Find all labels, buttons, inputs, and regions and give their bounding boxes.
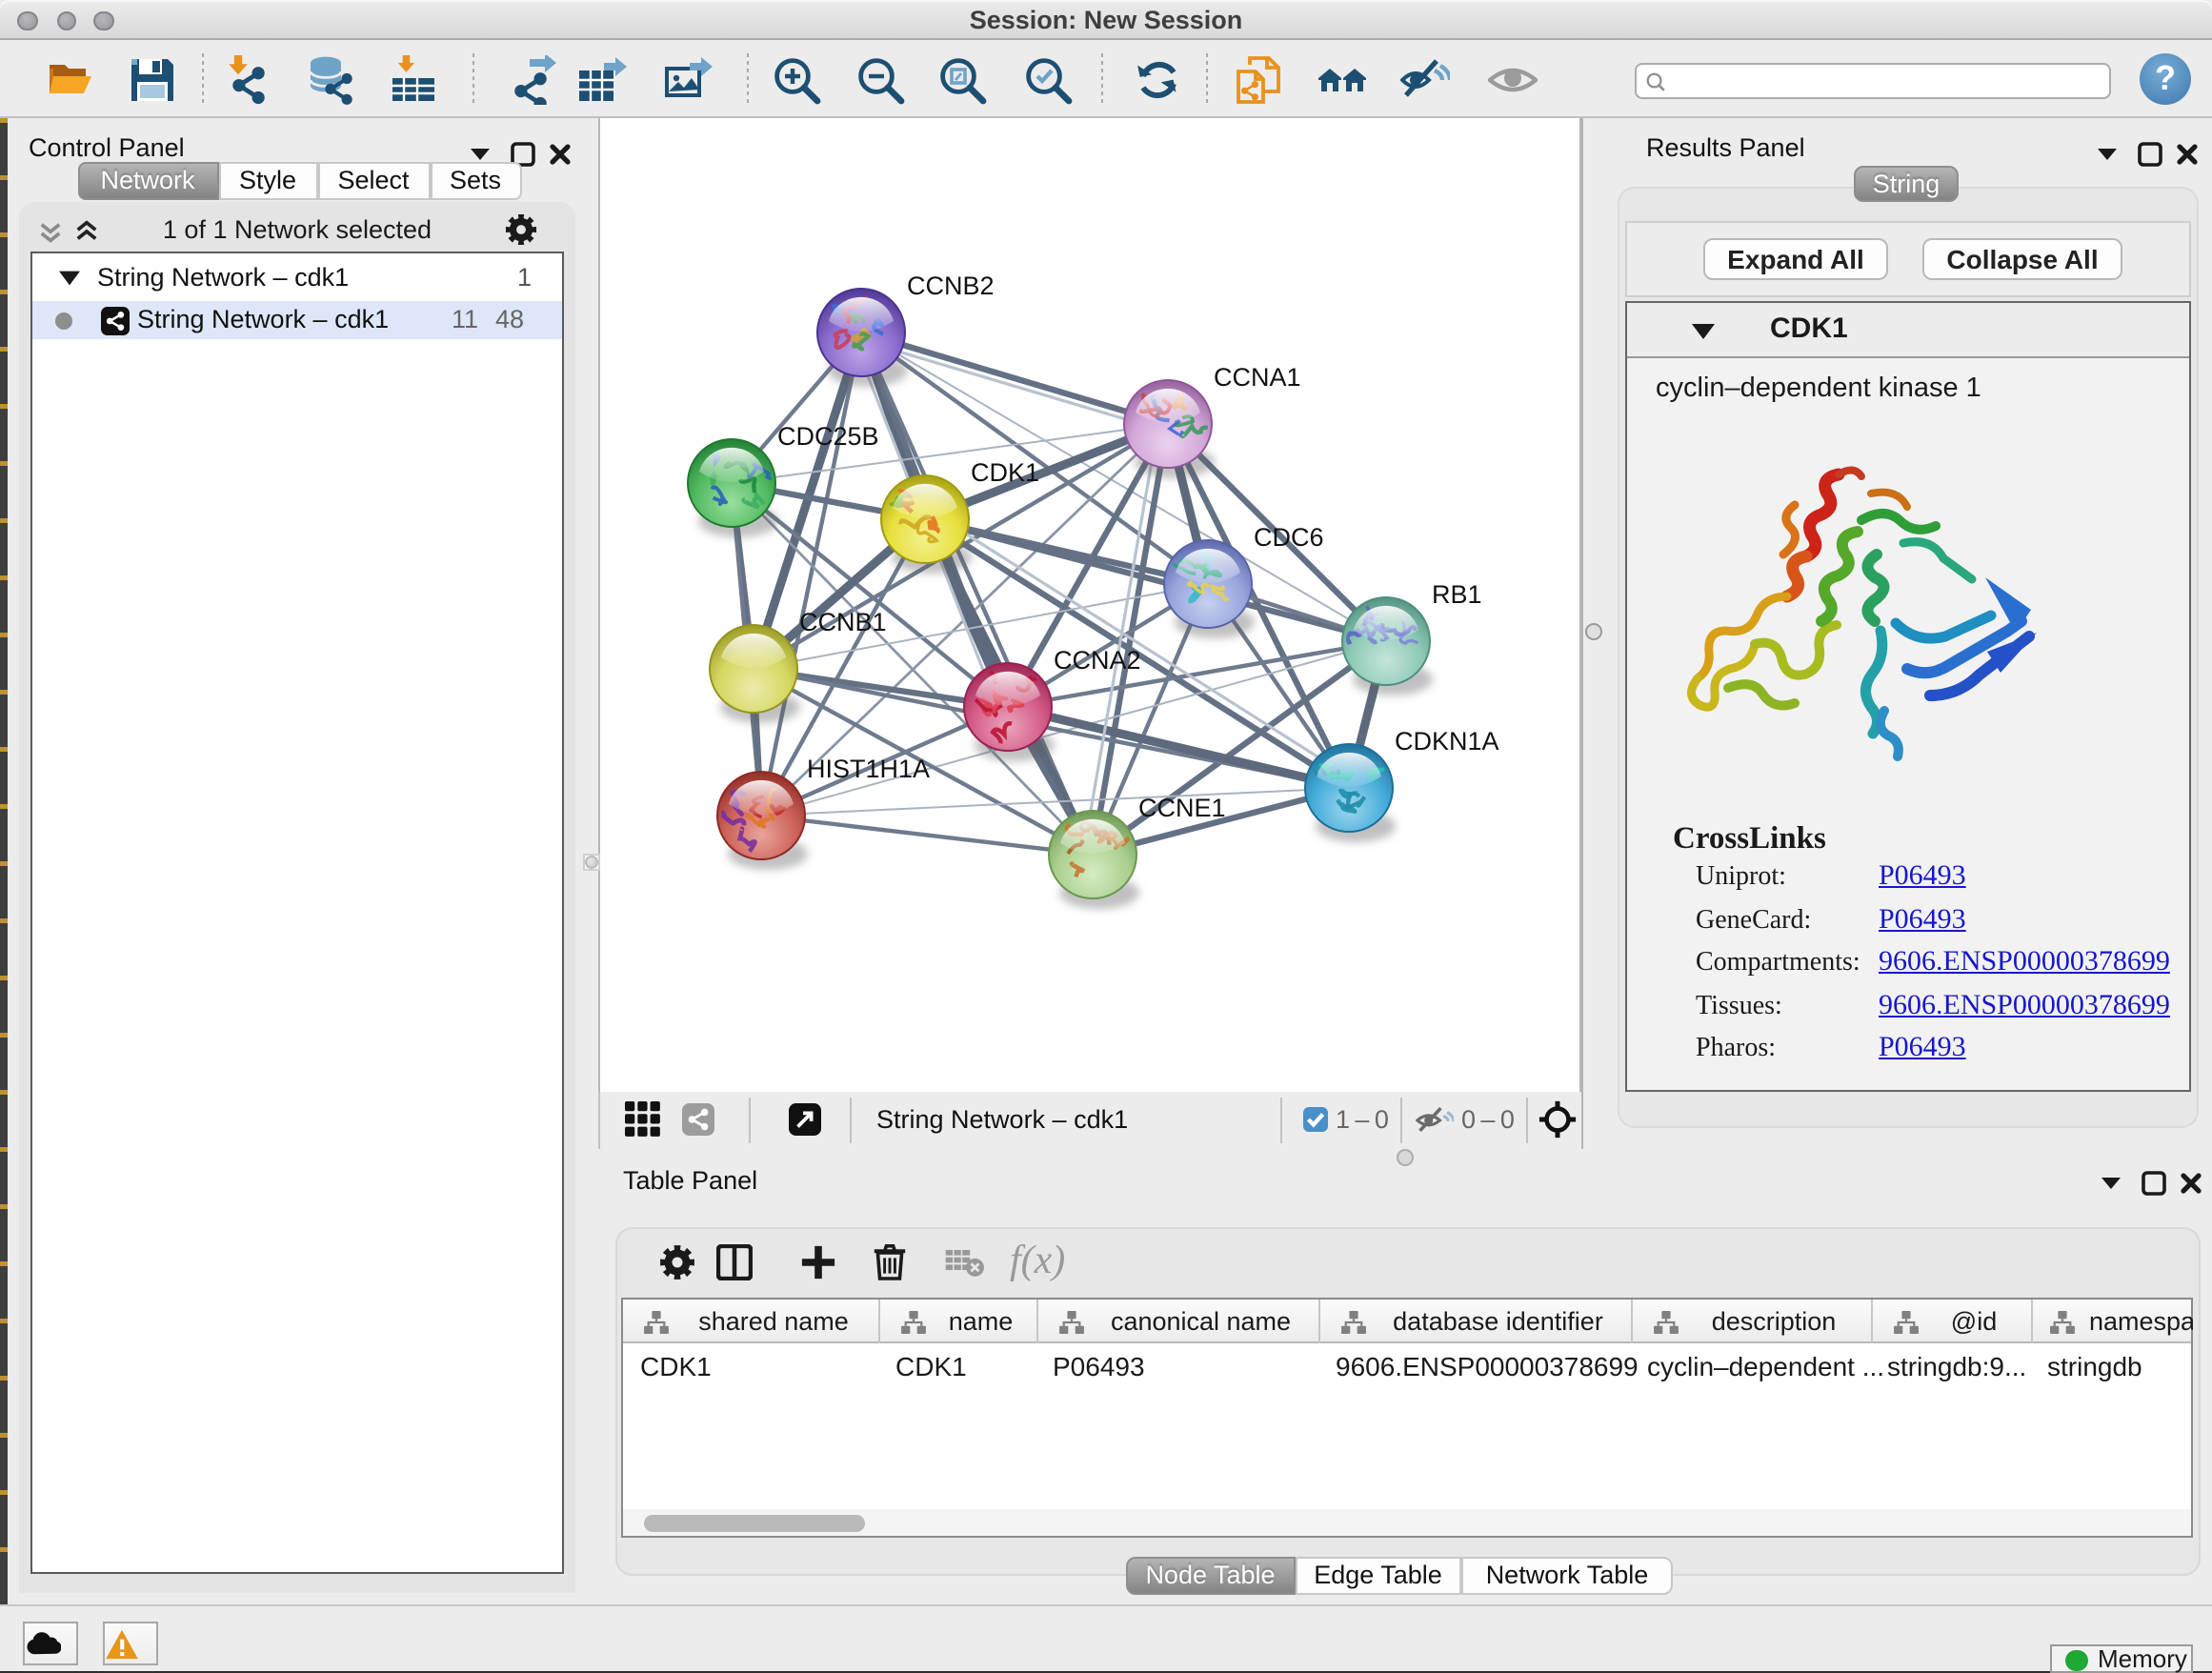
svg-text:CDKN1A: CDKN1A bbox=[1395, 727, 1499, 756]
svg-text:CCNB2: CCNB2 bbox=[907, 272, 995, 300]
svg-text:CCNB1: CCNB1 bbox=[799, 608, 887, 636]
svg-text:HIST1H1A: HIST1H1A bbox=[807, 755, 930, 783]
svg-text:CCNE1: CCNE1 bbox=[1138, 794, 1226, 822]
svg-text:CDC25B: CDC25B bbox=[777, 422, 879, 451]
svg-text:CCNA2: CCNA2 bbox=[1054, 646, 1141, 675]
svg-text:CDC6: CDC6 bbox=[1254, 523, 1324, 552]
svg-text:CCNA1: CCNA1 bbox=[1214, 363, 1301, 392]
svg-text:RB1: RB1 bbox=[1432, 580, 1482, 609]
svg-text:CDK1: CDK1 bbox=[971, 458, 1039, 487]
